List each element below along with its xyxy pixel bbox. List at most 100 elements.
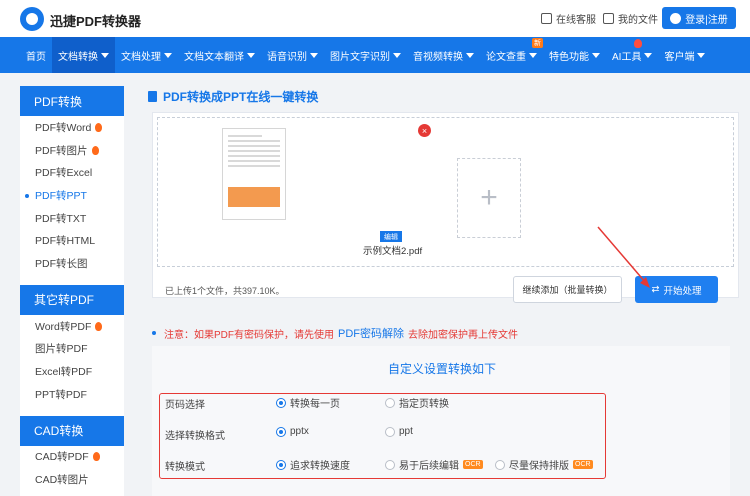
sidebar-item[interactable]: PDF转长图	[20, 252, 124, 275]
sidebar-item-label: CAD转图片	[35, 474, 89, 487]
nav-av[interactable]: 音视频转换	[407, 37, 480, 73]
hot-icon	[634, 39, 642, 48]
sidebar-item[interactable]: CAD转PDF	[20, 446, 124, 469]
page-title-text: PDF转换成PPT在线一键转换	[163, 90, 319, 104]
customer-service-label: 在线客服	[556, 15, 596, 26]
edit-file-button[interactable]: 编辑	[380, 231, 402, 242]
sidebar-item[interactable]: PPT转PDF	[20, 383, 124, 406]
my-files-label: 我的文件	[618, 15, 658, 26]
sidebar-item-label: PDF转长图	[35, 257, 88, 270]
main-nav: 首页 文档转换 文档处理 文档文本翻译 语音识别 图片文字识别 音视频转换 论文…	[0, 37, 750, 73]
nav-label: AI工具	[612, 51, 642, 63]
nav-label: 特色功能	[549, 51, 589, 63]
nav-translate[interactable]: 文档文本翻译	[178, 37, 261, 73]
radio-layout[interactable]: 尽量保持排版 OCR	[495, 457, 593, 472]
radio-checked	[276, 426, 286, 437]
radio-checked	[276, 397, 286, 408]
thumb-line	[228, 145, 280, 147]
thumb-line	[228, 165, 280, 167]
radio-pptx[interactable]: pptx	[276, 426, 309, 437]
logo-icon[interactable]	[20, 7, 44, 31]
sidebar-item-label: PPT转PDF	[35, 388, 87, 401]
radio-label: 易于后续编辑	[399, 461, 459, 472]
sidebar-heading: 其它转PDF	[20, 284, 124, 315]
nav-client[interactable]: 客户端	[658, 37, 711, 73]
radio-unchecked	[385, 426, 395, 437]
nav-ai[interactable]: AI工具	[606, 37, 658, 73]
upload-status: 已上传1个文件，共397.10K。	[165, 286, 285, 296]
sidebar-item[interactable]: PDF转HTML	[20, 229, 124, 252]
chevron-down-icon	[644, 52, 653, 58]
nav-speech[interactable]: 语音识别	[261, 37, 324, 73]
sidebar-item[interactable]: PDF转TXT	[20, 207, 124, 230]
nav-label: 首页	[26, 51, 46, 63]
thumb-line	[228, 135, 262, 137]
pdf-password-link[interactable]: PDF密码解除	[338, 325, 404, 341]
sidebar-item[interactable]: PDF转Excel	[20, 161, 124, 184]
customer-service-link[interactable]: 在线客服	[541, 11, 596, 26]
chevron-down-icon	[101, 52, 109, 58]
hot-icon	[95, 122, 103, 132]
my-files-link[interactable]: 我的文件	[603, 11, 658, 26]
chevron-down-icon	[466, 52, 474, 58]
chevron-down-icon	[247, 52, 255, 58]
thumb-image	[228, 187, 280, 207]
radio-every-page[interactable]: 转换每一页	[276, 395, 340, 410]
logo-text[interactable]: 迅捷PDF转换器	[50, 11, 141, 30]
radio-specific-pages[interactable]: 指定页转换	[385, 395, 449, 410]
radio-unchecked	[385, 397, 395, 408]
nav-label: 图片文字识别	[330, 51, 390, 63]
radio-unchecked	[385, 459, 395, 470]
nav-label: 音视频转换	[413, 51, 463, 63]
settings-panel: 自定义设置转换如下 页码选择 转换每一页 指定页转换 选择转换格式 pptx p…	[152, 346, 730, 496]
sidebar-item-label: Word转PDF	[35, 320, 92, 333]
thumb-line	[228, 160, 280, 162]
setting-label: 转换模式	[165, 461, 205, 473]
ocr-badge: OCR	[463, 460, 483, 469]
sidebar-item-active[interactable]: PDF转PPT	[20, 184, 124, 207]
radio-label: ppt	[399, 426, 413, 437]
file-thumbnail[interactable]	[222, 128, 286, 220]
nav-features[interactable]: 特色功能	[543, 37, 606, 73]
sidebar-item[interactable]: CAD转图片	[20, 468, 124, 491]
radio-label: 追求转换速度	[290, 461, 350, 472]
chevron-down-icon	[164, 52, 172, 58]
nav-label: 文档处理	[121, 51, 161, 63]
radio-label: pptx	[290, 426, 309, 437]
sidebar-item[interactable]: PDF转图片	[20, 139, 124, 162]
nav-doc-process[interactable]: 文档处理	[115, 37, 178, 73]
radio-label: 转换每一页	[290, 399, 340, 410]
sidebar-item[interactable]: Excel转PDF	[20, 360, 124, 383]
radio-label: 尽量保持排版	[509, 461, 569, 472]
sidebar-item[interactable]: PDF转Word	[20, 116, 124, 139]
nav-ocr[interactable]: 图片文字识别	[324, 37, 407, 73]
file-name: 示例文档2.pdf	[363, 246, 423, 257]
radio-speed[interactable]: 追求转换速度	[276, 457, 350, 472]
hot-icon	[91, 145, 99, 155]
sidebar-item-label: PDF转图片	[35, 144, 88, 157]
sidebar-heading: CAD转换	[20, 415, 124, 446]
document-icon	[148, 91, 157, 102]
bullet-icon	[152, 331, 156, 335]
continue-add-button[interactable]: 继续添加（批量转换）	[513, 276, 622, 303]
sidebar-item-label: CAD转PDF	[35, 451, 89, 464]
sidebar-item[interactable]: 图片转PDF	[20, 338, 124, 361]
chevron-down-icon	[592, 52, 600, 58]
delete-file-icon[interactable]: ×	[418, 124, 431, 137]
login-button[interactable]: 登录|注册	[662, 7, 736, 29]
radio-checked	[276, 459, 286, 470]
radio-editable[interactable]: 易于后续编辑 OCR	[385, 457, 483, 472]
add-file-button[interactable]: +	[457, 158, 521, 238]
sidebar-item[interactable]: Word转PDF	[20, 315, 124, 338]
start-process-button[interactable]: ⇄ 开始处理	[635, 276, 718, 303]
refresh-icon: ⇄	[651, 284, 660, 295]
nav-plagiarism[interactable]: 论文查重新	[480, 37, 543, 73]
page: 迅捷PDF转换器 在线客服 我的文件 登录|注册 首页 文档转换 文档处理 文档…	[0, 0, 750, 496]
nav-home[interactable]: 首页	[20, 37, 52, 73]
page-title: PDF转换成PPT在线一键转换	[148, 88, 318, 105]
chevron-down-icon	[697, 52, 706, 58]
nav-doc-convert[interactable]: 文档转换	[52, 37, 115, 73]
login-label: 登录|注册	[685, 14, 728, 26]
ocr-badge: OCR	[573, 460, 593, 469]
radio-ppt[interactable]: ppt	[385, 426, 413, 437]
